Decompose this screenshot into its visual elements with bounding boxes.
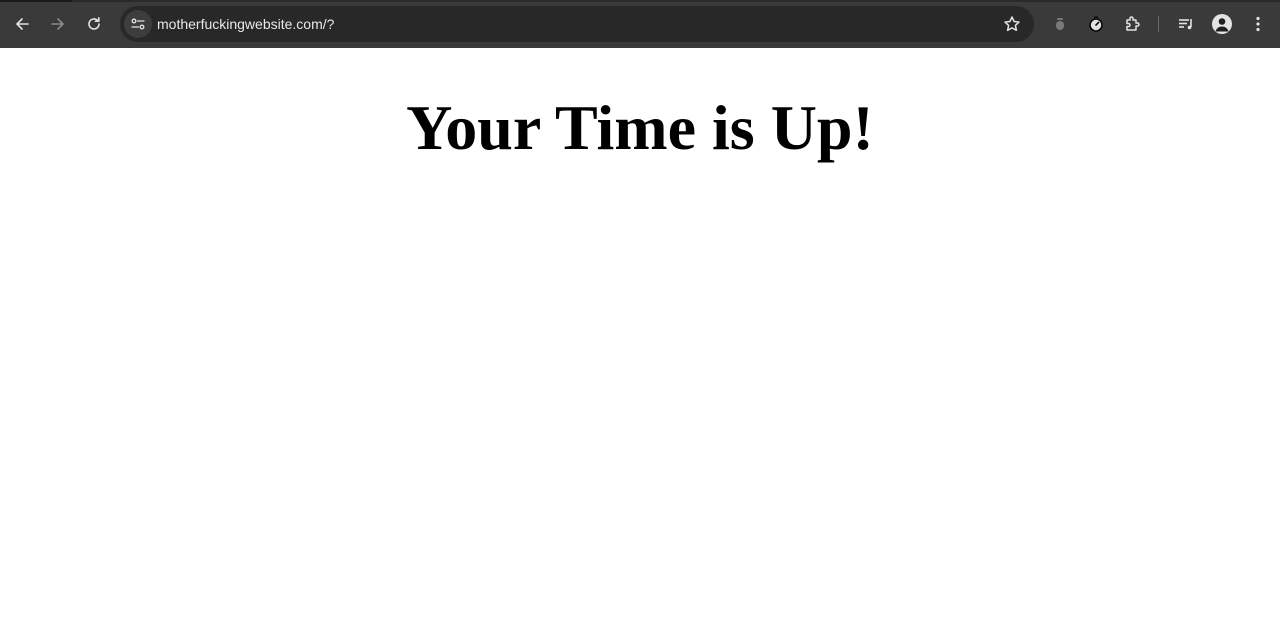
tab-strip-accent — [0, 0, 72, 2]
extension-button[interactable] — [1044, 8, 1076, 40]
page-content: Your Time is Up! — [0, 48, 1280, 642]
tune-icon — [131, 18, 145, 30]
star-icon — [1004, 16, 1020, 32]
back-button[interactable] — [6, 8, 38, 40]
page-heading: Your Time is Up! — [406, 92, 874, 163]
arrow-left-icon — [16, 18, 29, 30]
stopwatch-icon — [1089, 16, 1103, 32]
address-bar[interactable]: motherfuckingwebsite.com/? — [120, 6, 1034, 42]
toolbar-separator — [1158, 16, 1159, 32]
bookmark-button[interactable] — [998, 10, 1026, 38]
profile-button[interactable] — [1206, 8, 1238, 40]
browser-toolbar: motherfuckingwebsite.com/? — [0, 0, 1280, 48]
menu-button[interactable] — [1242, 8, 1274, 40]
arrow-right-icon — [51, 18, 64, 30]
extensions-button[interactable] — [1117, 8, 1149, 40]
reading-list-button[interactable] — [1170, 8, 1202, 40]
tab-strip-edge — [0, 0, 1280, 2]
extension-dot-icon — [1056, 18, 1064, 30]
forward-button[interactable] — [42, 8, 74, 40]
more-vert-icon — [1256, 16, 1260, 32]
reload-icon — [88, 17, 100, 30]
person-icon — [1212, 14, 1232, 34]
url-text[interactable]: motherfuckingwebsite.com/? — [157, 6, 334, 42]
timer-extension-button[interactable] — [1080, 8, 1112, 40]
site-info-button[interactable] — [124, 10, 152, 38]
playlist-icon — [1179, 19, 1192, 30]
puzzle-icon — [1126, 16, 1140, 31]
reload-button[interactable] — [78, 8, 110, 40]
